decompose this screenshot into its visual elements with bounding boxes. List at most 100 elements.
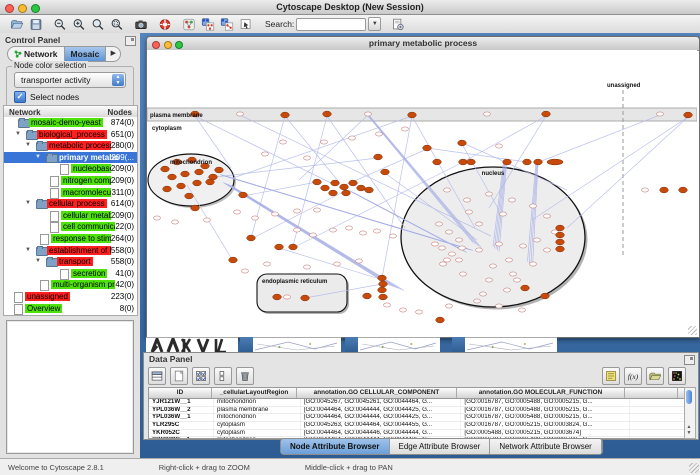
tab-overflow-arrow[interactable]: ▶ xyxy=(106,47,120,61)
table-row[interactable]: YPL036W__1mitochondrion[GO:0044464, GO:0… xyxy=(149,414,685,422)
select-nodes-option[interactable]: ✓ Select nodes xyxy=(14,91,79,103)
minimize-icon[interactable] xyxy=(18,4,27,13)
table-cell[interactable]: YJR121W__1 xyxy=(149,399,214,406)
column-header[interactable]: annotation.GO CELLULAR_COMPONENT xyxy=(297,388,457,398)
table-cell[interactable]: [GO:0016787, GO:0005215, GO:0003824, G..… xyxy=(461,422,629,429)
expand-arrow-icon[interactable]: ▼ xyxy=(35,154,41,160)
table-row[interactable]: YKR052Ccytoplasm[GO:0044464, GO:0044446,… xyxy=(149,430,685,438)
network-canvas[interactable]: plasma membranecytoplasmmitochondrionnuc… xyxy=(147,50,697,335)
node-color-dropdown[interactable]: transporter activity ▲▼ xyxy=(14,72,126,88)
close-icon[interactable] xyxy=(5,4,14,13)
table-cell[interactable] xyxy=(630,422,685,429)
table-icon[interactable] xyxy=(148,367,166,385)
background-window-fragment[interactable] xyxy=(253,337,341,353)
table-cell[interactable] xyxy=(630,414,685,421)
table-cell[interactable] xyxy=(630,407,685,414)
table-cell[interactable]: [GO:0005488, GO:0005215, GO:0003674] xyxy=(461,430,629,437)
table-cell[interactable]: [GO:0045267, GO:0045261, GO:0044464, G..… xyxy=(301,399,462,406)
tree-row-cellular-process[interactable]: ▼cellular process614(0) xyxy=(4,198,137,210)
tree-row-overview[interactable]: Overview8(0) xyxy=(4,303,137,315)
import-attributes-icon[interactable] xyxy=(646,367,664,385)
search-input[interactable] xyxy=(296,18,366,31)
resize-grip[interactable] xyxy=(688,326,697,335)
tab-network[interactable]: Network xyxy=(8,47,65,61)
background-window-fragment[interactable] xyxy=(146,337,238,353)
delete-attribute-icon[interactable] xyxy=(236,367,254,385)
save-session-icon[interactable] xyxy=(29,18,43,31)
open-session-icon[interactable] xyxy=(10,18,24,31)
close-icon[interactable] xyxy=(152,41,160,49)
background-window-fragment[interactable] xyxy=(345,337,358,352)
select-tool-icon[interactable] xyxy=(239,18,253,31)
table-cell[interactable] xyxy=(630,430,685,437)
tree-row-multi-organism-pro[interactable]: multi-organism pro42(0) xyxy=(4,279,137,291)
table-cell[interactable]: YDR039C__1 xyxy=(149,437,214,439)
table-cell[interactable]: mitochondrion xyxy=(214,414,301,421)
network-window-titlebar[interactable]: primary metabolic process xyxy=(147,37,699,51)
network-window-controls[interactable] xyxy=(152,41,183,49)
select-attributes-icon[interactable] xyxy=(192,367,210,385)
table-cell[interactable] xyxy=(630,399,685,406)
table-cell[interactable]: cytoplasm xyxy=(214,422,301,429)
table-cell[interactable]: [GO:0045263, GO:0044464, GO:0044455, G..… xyxy=(301,422,462,429)
app-resize-grip[interactable] xyxy=(689,463,699,473)
table-scrollbar[interactable]: ▲▼ xyxy=(684,387,696,439)
background-window-fragment[interactable] xyxy=(240,337,253,352)
table-row[interactable]: YLR295Ccytoplasm[GO:0045263, GO:0044464,… xyxy=(149,422,685,430)
float-panel-icon[interactable] xyxy=(125,36,136,46)
tree-row-nucleobase-c[interactable]: nucleobase-c209(0) xyxy=(4,163,137,175)
tab-edge-attribute-browser[interactable]: Edge Attribute Browser xyxy=(390,439,491,454)
table-cell[interactable]: YPL036W__1 xyxy=(149,414,214,421)
help-icon[interactable] xyxy=(158,18,172,31)
node-edit-icon[interactable] xyxy=(201,18,215,31)
new-attribute-icon[interactable] xyxy=(170,367,188,385)
select-nodes-checkbox[interactable]: ✓ xyxy=(14,91,26,103)
export-image-icon[interactable] xyxy=(134,18,148,31)
column-header[interactable]: _cellularLayoutRegion xyxy=(212,388,297,398)
expand-arrow-icon[interactable]: ▼ xyxy=(25,247,31,253)
table-cell[interactable]: mitochondrion xyxy=(214,399,301,406)
tree-row-primary-metabo[interactable]: ▼primary metabo209(... xyxy=(4,152,137,164)
table-cell[interactable]: [GO:0044464, GO:0044444, GO:0044425, G..… xyxy=(301,407,462,414)
scrollbar-arrows[interactable]: ▲▼ xyxy=(685,424,693,436)
tree-row-transport[interactable]: ▼transport558(0) xyxy=(4,256,137,268)
table-cell[interactable]: plasma membrane xyxy=(214,407,301,414)
scrollbar-thumb[interactable] xyxy=(686,390,692,404)
expand-arrow-icon[interactable]: ▼ xyxy=(15,131,21,137)
table-cell[interactable]: [GO:0016787, GO:0005488, GO:0005215, G..… xyxy=(461,407,629,414)
expand-arrow-icon[interactable]: ▼ xyxy=(25,200,31,206)
tree-row-unassigned[interactable]: unassigned223(0) xyxy=(4,291,137,303)
table-row[interactable]: YJR121W__1mitochondrion[GO:0045267, GO:0… xyxy=(149,399,685,407)
table-cell[interactable]: [GO:0016787, GO:0005488, GO:0005215, G..… xyxy=(461,414,629,421)
tree-row-mosaic-demo-yeast[interactable]: mosaic-demo-yeast874(0) xyxy=(4,117,137,129)
table-cell[interactable]: [GO:0044464, GO:0044444, GO:0044425, G..… xyxy=(301,414,462,421)
table-cell[interactable]: YKR052C xyxy=(149,430,214,437)
tab-mosaic[interactable]: Mosaic xyxy=(65,47,107,61)
expand-arrow-icon[interactable]: ▼ xyxy=(25,142,31,148)
matrix-icon[interactable] xyxy=(668,367,686,385)
zoom-out-icon[interactable] xyxy=(53,18,67,31)
float-panel-icon[interactable] xyxy=(684,355,695,365)
column-header[interactable]: annotation.GO MOLECULAR_FUNCTION xyxy=(457,388,625,398)
edge-edit-icon[interactable] xyxy=(220,18,234,31)
tab-network-attribute-browser[interactable]: Network Attribute Browser xyxy=(490,439,601,454)
zoom-in-icon[interactable] xyxy=(72,18,86,31)
column-header[interactable]: ID xyxy=(149,388,212,398)
table-cell[interactable]: YPL036W__2 xyxy=(149,407,214,414)
tree-row-nitrogen-compo[interactable]: nitrogen compo209(0) xyxy=(4,175,137,187)
tree-row-cell-communicat[interactable]: cell communicat22(0) xyxy=(4,221,137,233)
column-header[interactable] xyxy=(625,388,678,398)
background-window-fragment[interactable] xyxy=(452,337,465,352)
zoom-window-icon[interactable] xyxy=(31,4,40,13)
vizmapper-icon[interactable] xyxy=(182,18,196,31)
attribute-table[interactable]: ID_cellularLayoutRegionannotation.GO CEL… xyxy=(148,387,686,439)
unselect-attributes-icon[interactable] xyxy=(214,367,232,385)
table-cell[interactable]: [GO:0044464, GO:0044446, GO:0044444, G..… xyxy=(301,430,462,437)
tree-row-secretion[interactable]: secretion41(0) xyxy=(4,268,137,280)
tree-row-establishment-of-lo[interactable]: ▼establishment of lo558(0) xyxy=(4,245,137,257)
window-controls[interactable] xyxy=(5,4,40,13)
tree-row-response-to-stimulu[interactable]: response to stimulu264(0) xyxy=(4,233,137,245)
table-cell[interactable]: cytoplasm xyxy=(214,430,301,437)
search-dropdown-icon[interactable]: ▼ xyxy=(368,17,381,31)
table-cell[interactable]: YLR295C xyxy=(149,422,214,429)
